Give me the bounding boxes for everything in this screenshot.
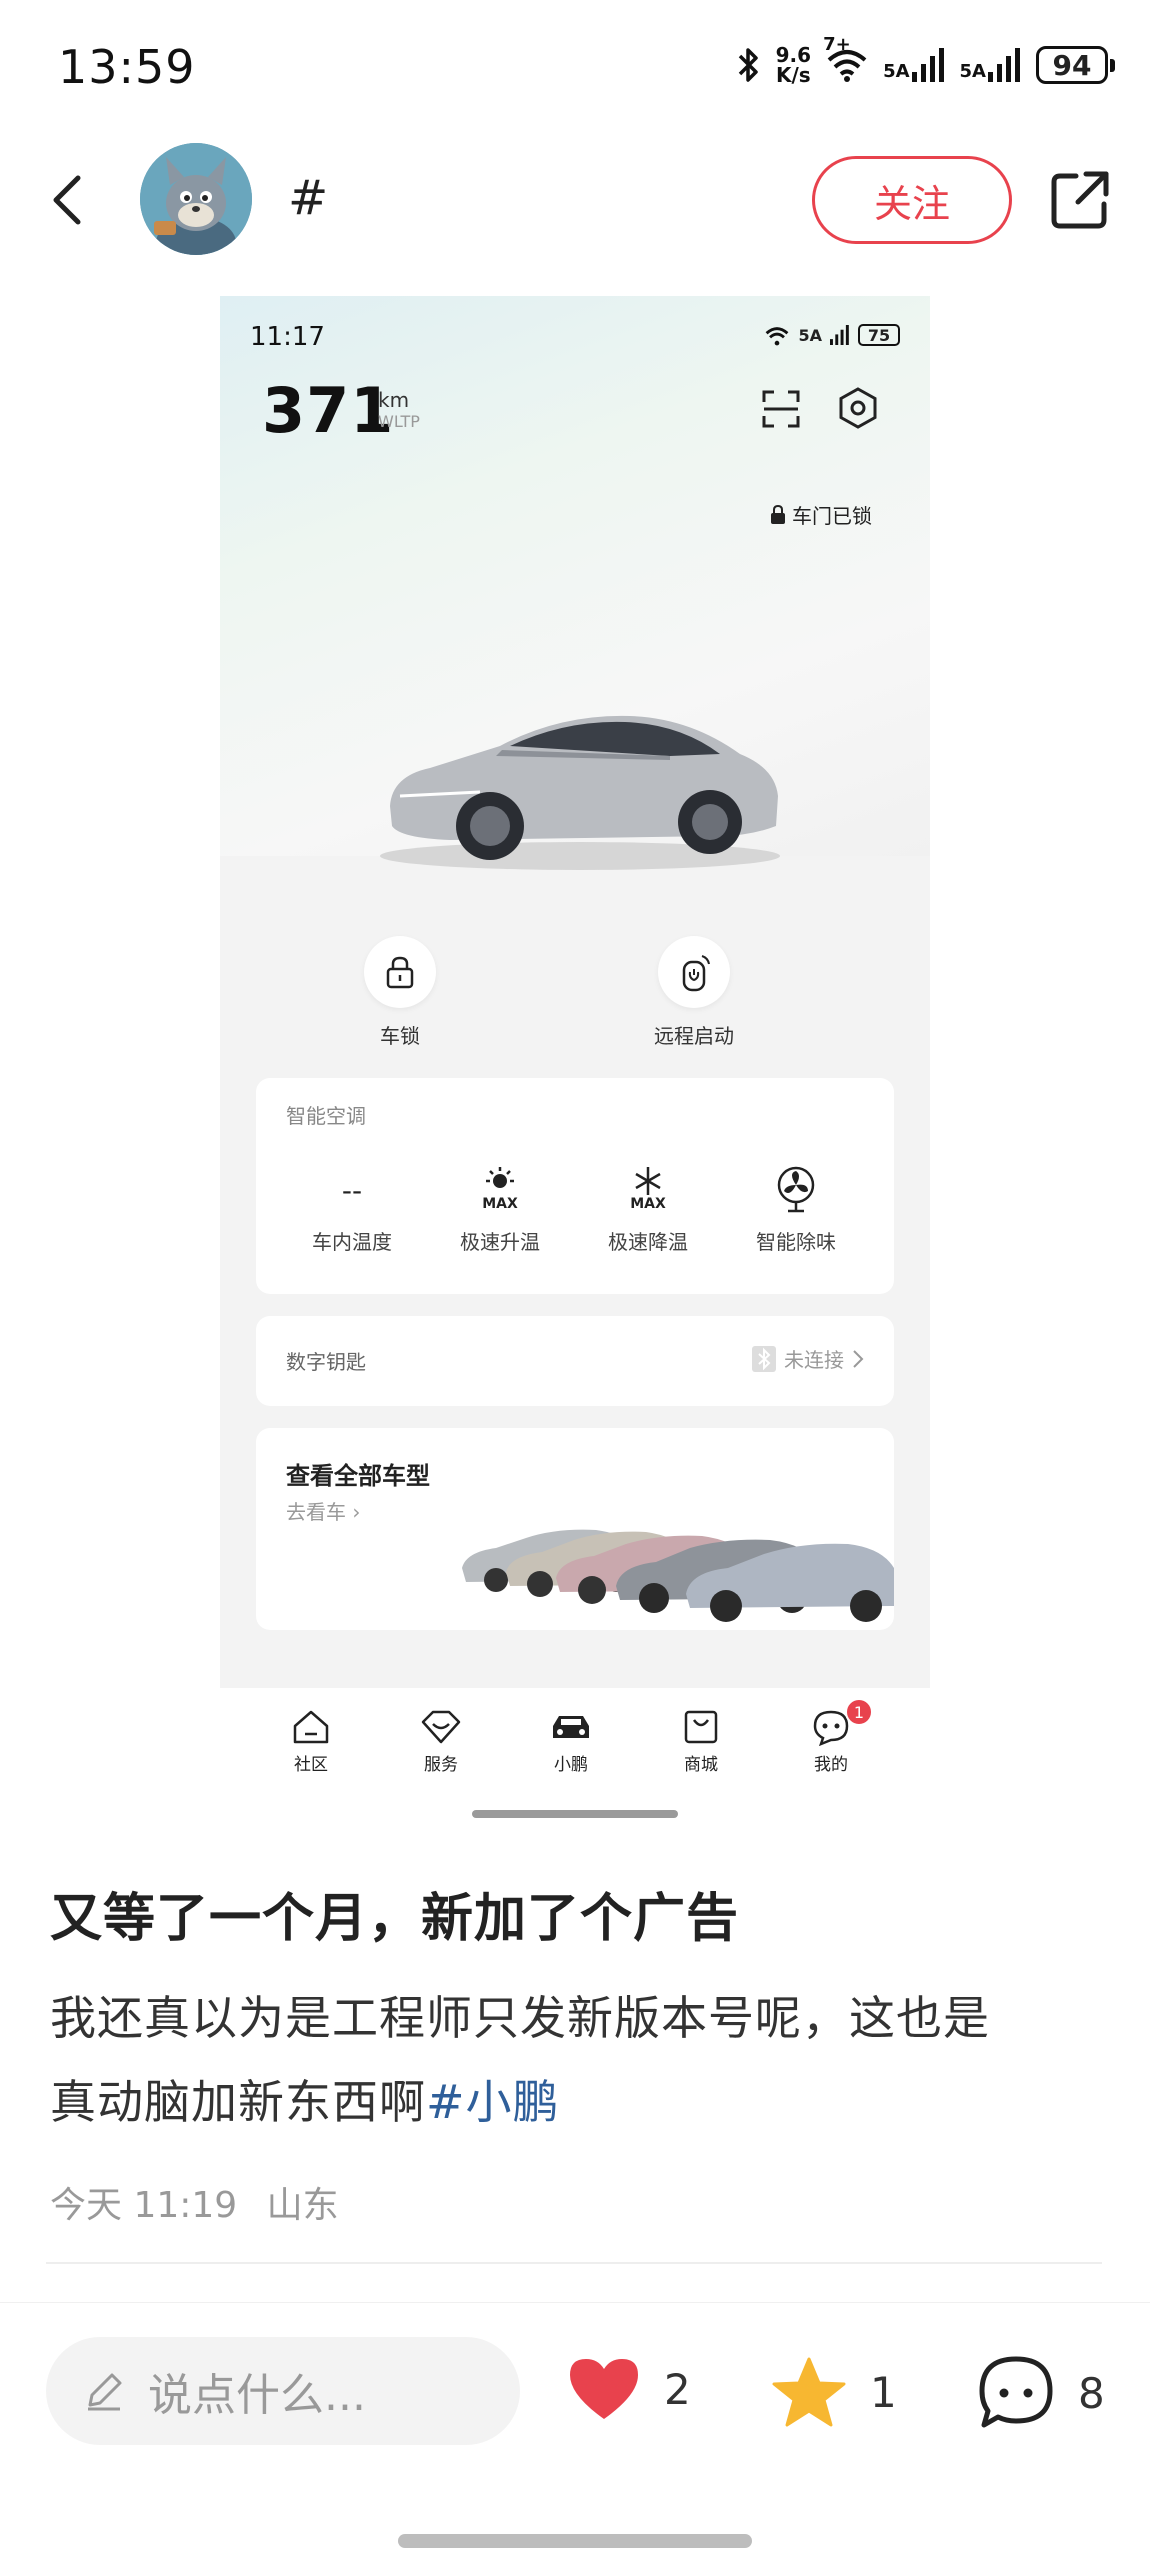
avatar[interactable]: [140, 143, 252, 255]
nav-service[interactable]: 服务: [391, 1706, 491, 1775]
lock-icon-button[interactable]: [364, 936, 436, 1008]
lock-icon: [386, 956, 414, 989]
pencil-icon: [88, 2373, 122, 2411]
ac-rapid-heat[interactable]: 极速升温 MAX: [440, 1162, 560, 1255]
max-badge: MAX: [630, 1196, 666, 1212]
wifi-icon: [766, 327, 789, 346]
car-lineup-image: [462, 1529, 894, 1622]
max-badge: MAX: [482, 1196, 518, 1212]
digital-key-label: 数字钥匙: [286, 1350, 366, 1374]
ac-card-title: 智能空调: [286, 1104, 366, 1128]
post-location: 山东: [266, 2185, 339, 2226]
home-icon: [293, 1710, 329, 1744]
status-time: 13:59: [58, 40, 196, 94]
post-meta: 今天 11:19 山东: [50, 2176, 339, 2228]
bottom-action-bar: 说点什么... 2 1 8: [0, 2302, 1150, 2478]
star-icon: [772, 2357, 846, 2427]
ac-rapid-cool[interactable]: 极速降温 MAX: [588, 1162, 708, 1255]
embedded-status-time: 11:17: [250, 322, 325, 352]
signal-1: 5A: [883, 48, 945, 82]
digital-key-status: 未连接: [752, 1344, 864, 1373]
status-bar: 13:59 9.6 K/s 7+ 5A 5A 94: [0, 0, 1150, 140]
scan-icon[interactable]: [760, 388, 802, 430]
signal-bars-icon: [911, 48, 944, 82]
follow-button[interactable]: 关注: [812, 156, 1012, 244]
like-button[interactable]: 2: [566, 2355, 691, 2423]
ac-cabin-temperature[interactable]: -- 车内温度: [292, 1162, 412, 1255]
nav-community[interactable]: 社区: [261, 1706, 361, 1775]
network-speed: 9.6 K/s: [775, 43, 812, 87]
settings-icon[interactable]: [836, 386, 880, 430]
embedded-bottom-nav: 社区 服务 小鹏 商城 我的 1: [220, 1688, 930, 1784]
signal-bars-icon: [988, 48, 1020, 82]
favorite-button[interactable]: 1: [770, 2355, 897, 2429]
chevron-right-icon: ›: [352, 1500, 361, 1524]
post-time: 今天 11:19: [50, 2185, 238, 2226]
view-cars-link[interactable]: 去看车 ›: [286, 1496, 360, 1525]
digital-key-card[interactable]: 数字钥匙 未连接: [256, 1316, 894, 1406]
bluetooth-icon: [738, 48, 758, 82]
cabin-temperature-value: --: [341, 1173, 363, 1207]
comment-bubble-icon: [979, 2356, 1053, 2428]
ac-deodorize[interactable]: 智能除味: [736, 1162, 856, 1255]
battery-icon: 94: [1036, 46, 1115, 84]
post-tag: #: [288, 170, 329, 226]
status-icons: 9.6 K/s 7+ 5A 5A 94: [736, 34, 1115, 87]
signal-2: 5A: [960, 48, 1022, 82]
smart-ac-card: 智能空调 -- 车内温度 极速升温 MAX 极速降温 MAX 智能除味: [256, 1078, 894, 1294]
door-lock-status: 车门已锁: [770, 500, 872, 529]
avatar-cat-illustration: [140, 143, 252, 255]
car-icon: [553, 1716, 589, 1738]
signal-bars-icon: [830, 325, 849, 345]
battery-icon: 75: [858, 324, 900, 346]
comment-button[interactable]: 8: [976, 2355, 1105, 2431]
comment-count: 8: [1078, 2368, 1105, 2418]
range-standard: WLTP: [378, 412, 420, 431]
hashtag-link[interactable]: #小鹏: [426, 2075, 560, 2129]
post-header: # 关注: [0, 140, 1150, 260]
heart-icon: [570, 2359, 638, 2419]
nav-mall[interactable]: 商城: [651, 1706, 751, 1775]
range-unit: km: [378, 388, 410, 412]
home-indicator: [398, 2534, 752, 2548]
post-image[interactable]: 11:17 5A 75 371 km WLTP 车门已锁 车锁 远程启动 智能空…: [220, 296, 930, 1688]
post-body: 我还真以为是工程师只发新版本号呢，这也是 真动脑加新东西啊#小鹏: [50, 1991, 990, 2129]
all-models-card[interactable]: 查看全部车型 去看车 ›: [256, 1428, 894, 1630]
quick-action-lock[interactable]: 车锁: [320, 936, 480, 1049]
divider: [46, 2262, 1102, 2264]
wifi-indicator: 7+: [823, 34, 869, 86]
like-count: 2: [664, 2364, 691, 2414]
quick-action-remote-start[interactable]: 远程启动: [614, 936, 774, 1049]
chevron-right-icon: [853, 1349, 864, 1368]
share-icon[interactable]: [1046, 166, 1114, 234]
nav-mine[interactable]: 我的 1: [781, 1698, 881, 1775]
diamond-service-icon: [421, 1710, 461, 1744]
lock-icon: [771, 504, 785, 524]
back-icon[interactable]: [40, 170, 100, 230]
favorite-count: 1: [870, 2367, 897, 2417]
range-value: 371: [262, 374, 395, 447]
post-title: 又等了一个月，新加了个广告: [50, 1889, 740, 1949]
bluetooth-icon: [752, 1345, 776, 1372]
car-image: [380, 715, 780, 870]
power-icon-button[interactable]: [658, 936, 730, 1008]
fan-icon: [777, 1166, 815, 1213]
nav-xpeng[interactable]: 小鹏: [521, 1706, 621, 1775]
shopping-bag-icon: [684, 1710, 718, 1744]
comment-input[interactable]: 说点什么...: [46, 2337, 520, 2445]
notification-badge: 1: [845, 1698, 873, 1726]
embedded-home-indicator: [472, 1810, 678, 1818]
embedded-status-icons: 5A 75: [764, 324, 900, 346]
power-icon: [682, 955, 710, 992]
all-models-title: 查看全部车型: [286, 1462, 430, 1490]
